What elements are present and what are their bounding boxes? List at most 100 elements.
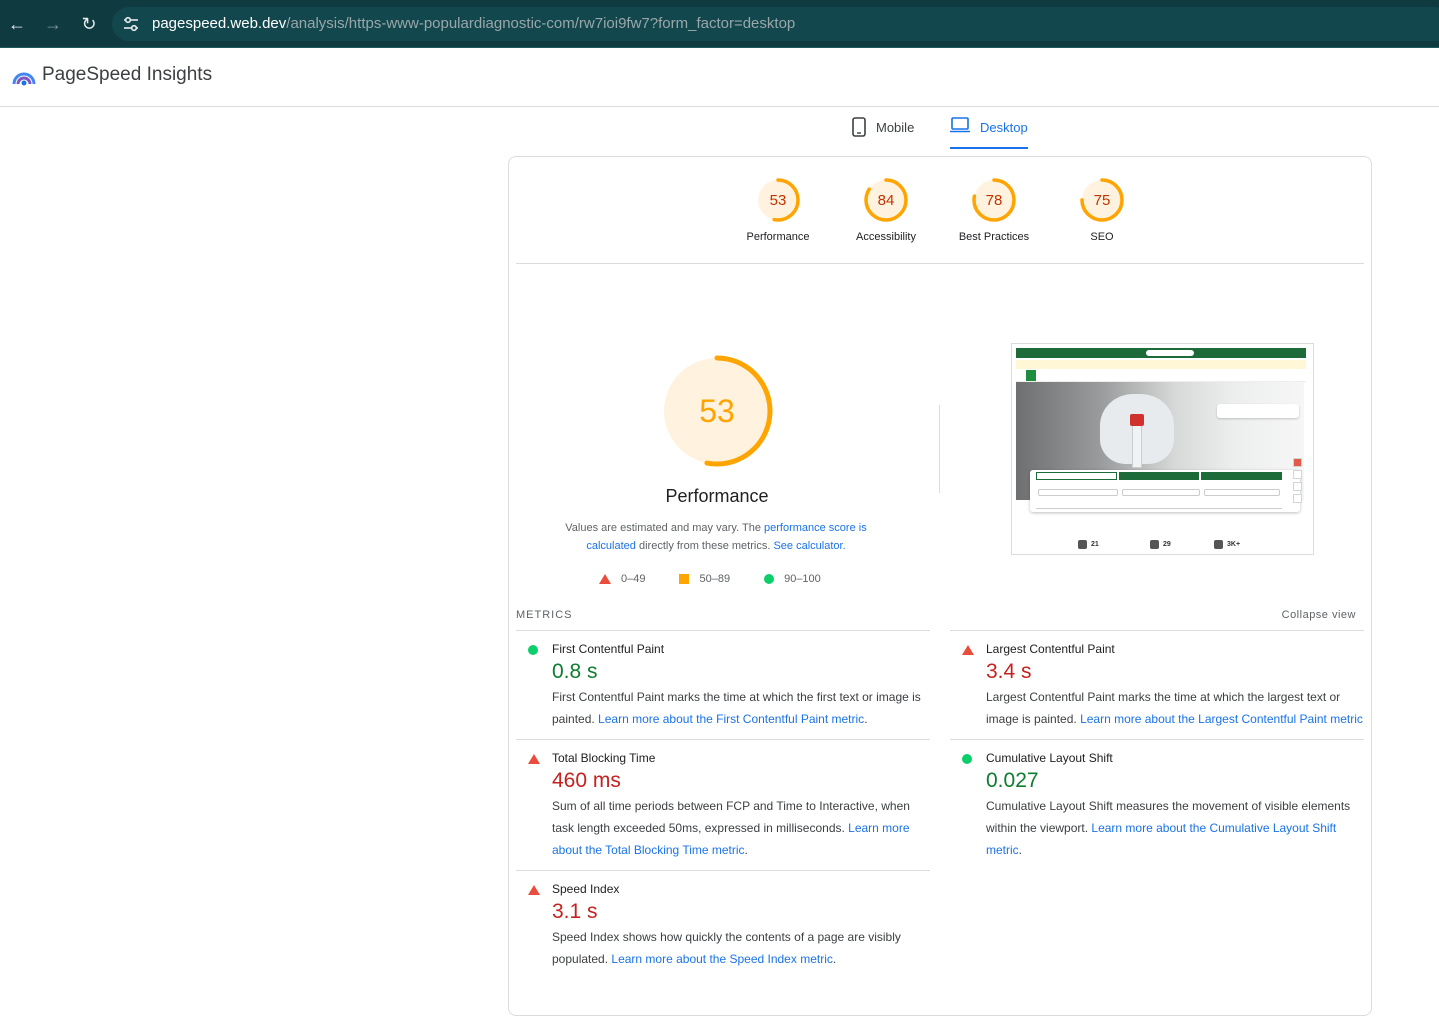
- score-value: 78: [986, 192, 1003, 209]
- url-text[interactable]: pagespeed.web.dev/analysis/https-www-pop…: [152, 15, 795, 32]
- screenshot-pill: [1146, 350, 1194, 356]
- legend-label: 0–49: [621, 573, 646, 585]
- screenshot-form-tabs: [1036, 472, 1283, 480]
- score-gauge-seo[interactable]: 75 SEO: [1042, 177, 1162, 243]
- screenshot-select: [1038, 489, 1118, 496]
- metrics-column-left: First Contentful Paint 0.8 s First Conte…: [516, 630, 930, 979]
- metric-name: Cumulative Layout Shift: [986, 751, 1113, 765]
- score-legend: 0–49 50–89 90–100: [599, 573, 821, 585]
- circle-icon: [764, 574, 775, 584]
- screenshot-stat: 29: [1150, 538, 1171, 550]
- stat-value: 29: [1163, 540, 1171, 548]
- back-arrow-icon[interactable]: ←: [5, 12, 29, 36]
- laptop-icon: [950, 117, 970, 133]
- performance-gauge: 53: [661, 355, 773, 467]
- metric-desc-tail: .: [744, 843, 748, 857]
- metric-value: 460 ms: [552, 769, 621, 792]
- learn-more-lcp-link[interactable]: Learn more about the Largest Contentful …: [1080, 712, 1363, 726]
- estimate-note: Values are estimated and may vary. The p…: [551, 519, 881, 555]
- screenshot-side-btn: [1293, 494, 1302, 503]
- note-text: Values are estimated and may vary. The: [565, 522, 764, 534]
- legend-fail: 0–49: [599, 573, 645, 585]
- metric-value: 3.4 s: [986, 660, 1032, 683]
- pagespeed-logo-icon[interactable]: [12, 66, 36, 86]
- stat-value: 21: [1091, 540, 1099, 548]
- browser-toolbar: ← → ↻ pagespeed.web.dev/analysis/https-w…: [0, 0, 1439, 48]
- score-label: Accessibility: [856, 231, 916, 243]
- screenshot-side-btn: [1293, 470, 1302, 479]
- gauge-ring: 75: [1080, 178, 1124, 222]
- url-path: /analysis/https-www-populardiagnostic-co…: [286, 15, 796, 32]
- tab-mobile-label: Mobile: [876, 120, 915, 135]
- metric-desc-tail: .: [1018, 843, 1023, 857]
- triangle-icon: [599, 574, 611, 584]
- screenshot-side-btn: [1293, 458, 1302, 467]
- score-label: Best Practices: [958, 231, 1030, 243]
- note-text: directly from these metrics.: [635, 540, 774, 552]
- metric-description: Cumulative Layout Shift measures the mov…: [986, 795, 1364, 861]
- metrics-heading: METRICS: [516, 609, 573, 621]
- score-gauge-accessibility[interactable]: 84 Accessibility: [826, 177, 946, 243]
- metric-name: Largest Contentful Paint: [986, 642, 1115, 656]
- vertical-divider: [939, 405, 940, 493]
- screenshot-chip: [1217, 404, 1299, 418]
- metric-cumulative-layout-shift: Cumulative Layout Shift 0.027 Cumulative…: [950, 739, 1364, 870]
- metric-desc-tail: .: [832, 952, 837, 966]
- metric-value: 0.8 s: [552, 660, 598, 683]
- address-bar[interactable]: pagespeed.web.dev/analysis/https-www-pop…: [112, 7, 1439, 41]
- square-icon: [679, 574, 690, 584]
- metric-first-contentful-paint: First Contentful Paint 0.8 s First Conte…: [516, 630, 930, 739]
- screenshot-select: [1204, 489, 1280, 496]
- see-calculator-link[interactable]: See calculator.: [773, 540, 845, 552]
- metric-name: Total Blocking Time: [552, 751, 656, 765]
- collapse-view-button[interactable]: Collapse view: [1282, 609, 1356, 621]
- screenshot-select: [1122, 489, 1200, 496]
- site-settings-icon[interactable]: [122, 15, 140, 33]
- metric-description: First Contentful Paint marks the time at…: [552, 686, 930, 730]
- learn-more-fcp-link[interactable]: Learn more about the First Contentful Pa…: [598, 712, 864, 726]
- performance-score: 53: [699, 393, 735, 429]
- page-screenshot: 21 29 3K+: [1011, 343, 1314, 555]
- metric-value: 0.027: [986, 769, 1039, 792]
- metric-total-blocking-time: Total Blocking Time 460 ms Sum of all ti…: [516, 739, 930, 870]
- forward-arrow-icon[interactable]: →: [41, 12, 65, 36]
- divider: [516, 263, 1364, 264]
- score-value: 75: [1094, 192, 1111, 209]
- legend-pass: 90–100: [764, 573, 821, 585]
- metric-largest-contentful-paint: Largest Contentful Paint 3.4 s Largest C…: [950, 630, 1364, 739]
- stat-value: 3K+: [1227, 540, 1241, 548]
- fail-triangle-icon: [528, 885, 540, 895]
- tab-desktop[interactable]: Desktop: [950, 117, 1028, 149]
- tab-mobile[interactable]: Mobile: [852, 117, 914, 149]
- metric-value: 3.1 s: [552, 900, 598, 923]
- app-title[interactable]: PageSpeed Insights: [42, 64, 212, 86]
- learn-more-si-link[interactable]: Learn more about the Speed Index metric: [611, 952, 832, 966]
- screenshot-nav: [1016, 370, 1306, 382]
- metric-name: Speed Index: [552, 882, 620, 896]
- metric-description: Sum of all time periods between FCP and …: [552, 795, 930, 861]
- gauge-ring: 84: [864, 178, 908, 222]
- performance-title: Performance: [665, 486, 769, 506]
- url-host: pagespeed.web.dev: [152, 15, 287, 32]
- reload-icon[interactable]: ↻: [77, 12, 101, 36]
- metric-description: Speed Index shows how quickly the conten…: [552, 926, 930, 970]
- screenshot-stat: 3K+: [1214, 538, 1240, 550]
- score-label: Performance: [746, 231, 810, 243]
- phone-icon: [852, 117, 866, 137]
- metric-speed-index: Speed Index 3.1 s Speed Index shows how …: [516, 870, 930, 979]
- fail-triangle-icon: [528, 754, 540, 764]
- metric-desc-tail: .: [864, 712, 868, 726]
- screenshot-stat: 21: [1078, 538, 1099, 550]
- screenshot-tube-cap: [1130, 414, 1144, 426]
- gauge-ring: 78: [972, 178, 1016, 222]
- metrics-column-right: Largest Contentful Paint 3.4 s Largest C…: [950, 630, 1364, 870]
- pass-circle-icon: [962, 754, 972, 764]
- fail-triangle-icon: [962, 645, 974, 655]
- score-gauge-performance[interactable]: 53 Performance: [718, 177, 838, 243]
- legend-label: 90–100: [784, 573, 821, 585]
- app-header: PageSpeed Insights: [0, 48, 1439, 107]
- screenshot-side-btn: [1293, 482, 1302, 491]
- score-label: SEO: [1090, 231, 1114, 243]
- screenshot-alert: [1016, 360, 1306, 369]
- score-gauge-best-practices[interactable]: 78 Best Practices: [934, 177, 1054, 243]
